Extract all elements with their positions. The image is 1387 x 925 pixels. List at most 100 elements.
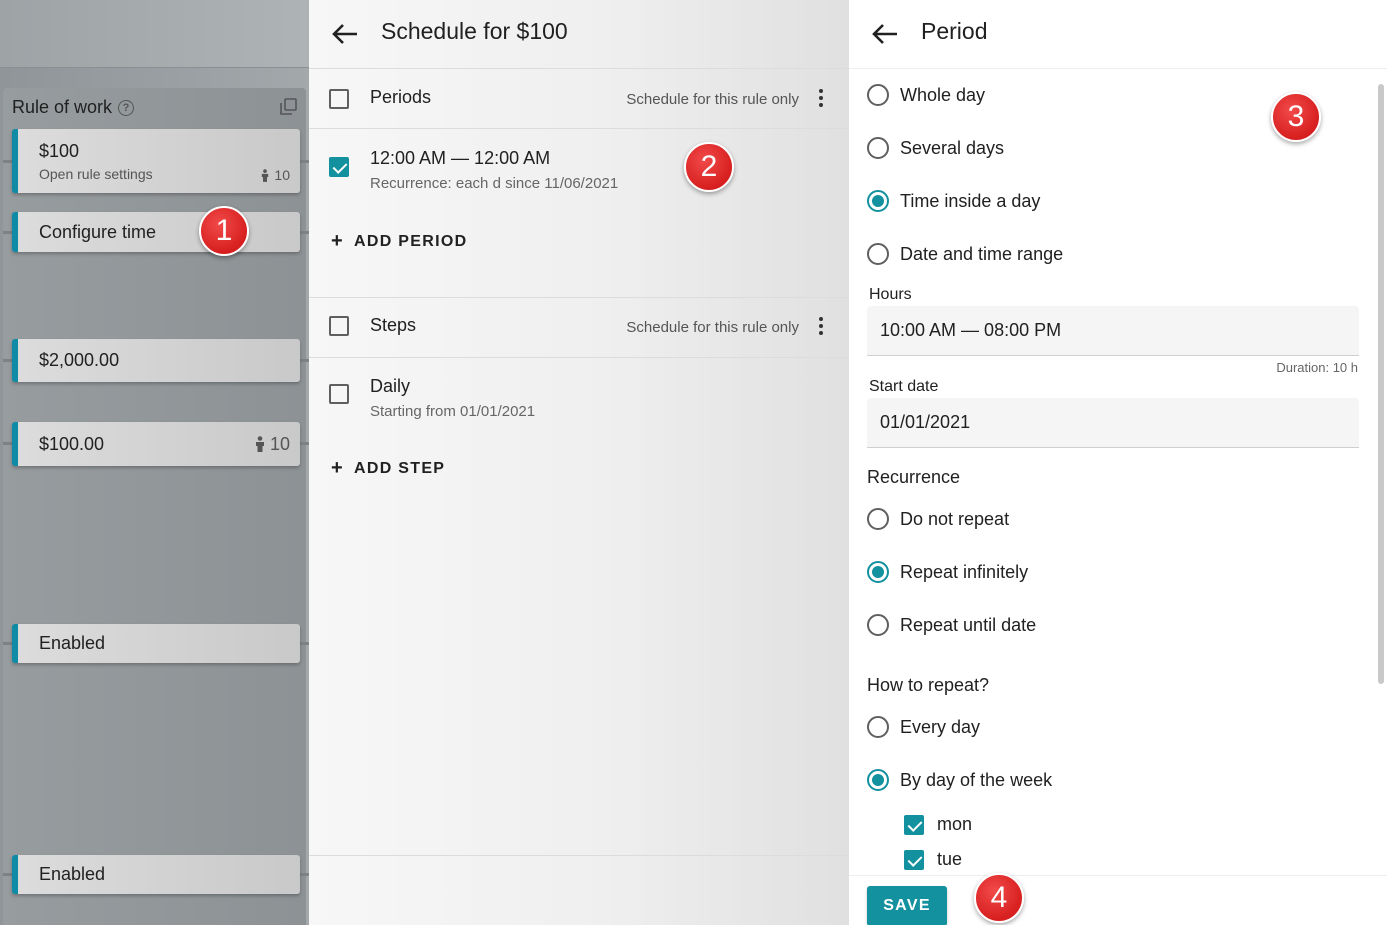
radio-by-day-of-week[interactable]: By day of the week xyxy=(867,769,1052,791)
rule-panel: Rule of work ? $100 Open rule settings 1… xyxy=(0,0,309,925)
step-item-title: Daily xyxy=(370,376,411,396)
step-item-checkbox[interactable] xyxy=(329,384,349,404)
rule-card-subtitle: Open rule settings xyxy=(39,165,153,182)
help-icon[interactable]: ? xyxy=(118,99,135,116)
radio-button[interactable] xyxy=(867,508,889,530)
period-item-subtitle: Recurrence: each d since 11/06/2021 xyxy=(370,175,619,192)
amount-card-100-label: $100.00 xyxy=(39,433,105,454)
rule-of-work-label: Rule of work xyxy=(12,97,113,117)
weekday-label: tue xyxy=(937,849,963,869)
amount-card-2000[interactable]: $2,000.00 xyxy=(12,339,300,382)
radio-button[interactable] xyxy=(867,243,889,265)
configure-time-label: Configure time xyxy=(39,221,157,242)
annotation-badge-1: 1 xyxy=(199,206,249,256)
hours-field[interactable]: 10:00 AM — 08:00 PM xyxy=(867,306,1359,356)
periods-label: Periods xyxy=(370,87,432,107)
plus-icon: + xyxy=(331,230,344,252)
radio-repeat-until-date[interactable]: Repeat until date xyxy=(867,614,1036,636)
add-step-label: ADD STEP xyxy=(353,459,446,477)
start-date-value: 01/01/2021 xyxy=(880,412,971,432)
schedule-title: Schedule for $100 xyxy=(381,18,568,44)
radio-label: Repeat infinitely xyxy=(900,561,1029,582)
radio-button[interactable] xyxy=(867,716,889,738)
annotation-badge-4: 4 xyxy=(974,873,1024,923)
rule-card-100[interactable]: $100 Open rule settings 10 xyxy=(12,129,300,193)
radio-do-not-repeat[interactable]: Do not repeat xyxy=(867,508,1009,530)
copy-icon[interactable] xyxy=(280,98,297,115)
period-title: Period xyxy=(921,18,988,44)
period-item-title: 12:00 AM — 12:00 AM xyxy=(370,148,551,168)
radio-date-time-range[interactable]: Date and time range xyxy=(867,243,1063,265)
radio-label: Several days xyxy=(900,137,1005,158)
steps-label: Steps xyxy=(370,315,417,335)
recurrence-title: Recurrence xyxy=(867,467,961,487)
scrollbar[interactable] xyxy=(1378,84,1384,684)
step-item-subtitle: Starting from 01/01/2021 xyxy=(370,403,536,420)
duration-text: Duration: 10 h xyxy=(1276,360,1358,375)
radio-label: Whole day xyxy=(900,84,986,105)
schedule-header: Schedule for $100 xyxy=(309,0,849,69)
start-date-label: Start date xyxy=(869,378,939,395)
radio-button[interactable] xyxy=(867,84,889,106)
schedule-footer-divider xyxy=(309,855,849,856)
plus-icon: + xyxy=(331,457,344,479)
steps-select-all-checkbox[interactable] xyxy=(329,316,349,336)
periods-more-icon[interactable] xyxy=(819,89,823,107)
rule-card-title: $100 xyxy=(39,140,80,161)
steps-more-icon[interactable] xyxy=(819,317,823,335)
amount-card-2000-label: $2,000.00 xyxy=(39,350,120,370)
amount-card-100-count-value: 10 xyxy=(269,433,290,454)
radio-several-days[interactable]: Several days xyxy=(867,137,1004,159)
weekday-checkbox[interactable] xyxy=(904,814,924,835)
enabled-card-2[interactable]: Enabled xyxy=(12,855,300,894)
radio-label: Do not repeat xyxy=(900,508,1010,529)
steps-section-header: Steps Schedule for this rule only xyxy=(309,298,849,358)
radio-button-selected[interactable] xyxy=(867,561,889,583)
schedule-panel: Schedule for $100 Periods Schedule for t… xyxy=(309,0,849,925)
how-to-repeat-title: How to repeat? xyxy=(867,675,990,695)
back-arrow-icon[interactable] xyxy=(872,23,898,45)
annotation-badge-3: 3 xyxy=(1271,92,1321,142)
periods-section-header: Periods Schedule for this rule only xyxy=(309,69,849,129)
hours-label: Hours xyxy=(869,286,912,303)
radio-label: Time inside a day xyxy=(900,190,1041,211)
radio-time-inside-day[interactable]: Time inside a day xyxy=(867,190,1040,212)
radio-label: Date and time range xyxy=(900,243,1064,264)
amount-card-100-count: 10 xyxy=(255,434,290,455)
radio-repeat-infinitely[interactable]: Repeat infinitely xyxy=(867,561,1028,583)
annotation-badge-2: 2 xyxy=(684,142,734,192)
period-header: Period xyxy=(849,0,1387,69)
rule-card-count-value: 10 xyxy=(274,167,290,183)
radio-button[interactable] xyxy=(867,137,889,159)
add-period-button[interactable]: + ADD PERIOD xyxy=(331,230,467,253)
radio-button-selected[interactable] xyxy=(867,769,889,791)
period-footer: SAVE xyxy=(849,875,1387,925)
person-icon xyxy=(255,436,264,452)
save-button[interactable]: SAVE xyxy=(867,886,947,925)
rule-of-work-title: Rule of work ? xyxy=(12,97,135,118)
radio-whole-day[interactable]: Whole day xyxy=(867,84,985,106)
add-period-label: ADD PERIOD xyxy=(353,232,468,250)
start-date-field[interactable]: 01/01/2021 xyxy=(867,398,1359,448)
rule-card-count: 10 xyxy=(261,167,290,183)
configure-time-card[interactable]: Configure time xyxy=(12,212,300,252)
add-step-button[interactable]: + ADD STEP xyxy=(331,457,445,480)
enabled-card-1-label: Enabled xyxy=(39,633,106,653)
weekday-checkbox[interactable] xyxy=(904,849,924,870)
radio-label: By day of the week xyxy=(900,769,1053,790)
weekday-label: mon xyxy=(937,814,973,834)
radio-every-day[interactable]: Every day xyxy=(867,716,980,738)
weekday-mon[interactable]: mon xyxy=(904,814,972,835)
enabled-card-2-label: Enabled xyxy=(39,864,106,884)
rule-panel-header xyxy=(0,0,309,68)
radio-button[interactable] xyxy=(867,614,889,636)
period-item-checkbox[interactable] xyxy=(329,157,349,177)
periods-meta: Schedule for this rule only xyxy=(626,91,799,108)
amount-card-100[interactable]: $100.00 10 xyxy=(12,422,300,466)
enabled-card-1[interactable]: Enabled xyxy=(12,624,300,663)
periods-select-all-checkbox[interactable] xyxy=(329,89,349,109)
back-arrow-icon[interactable] xyxy=(332,23,358,45)
radio-label: Repeat until date xyxy=(900,614,1037,635)
weekday-tue[interactable]: tue xyxy=(904,849,962,870)
radio-button-selected[interactable] xyxy=(867,190,889,212)
